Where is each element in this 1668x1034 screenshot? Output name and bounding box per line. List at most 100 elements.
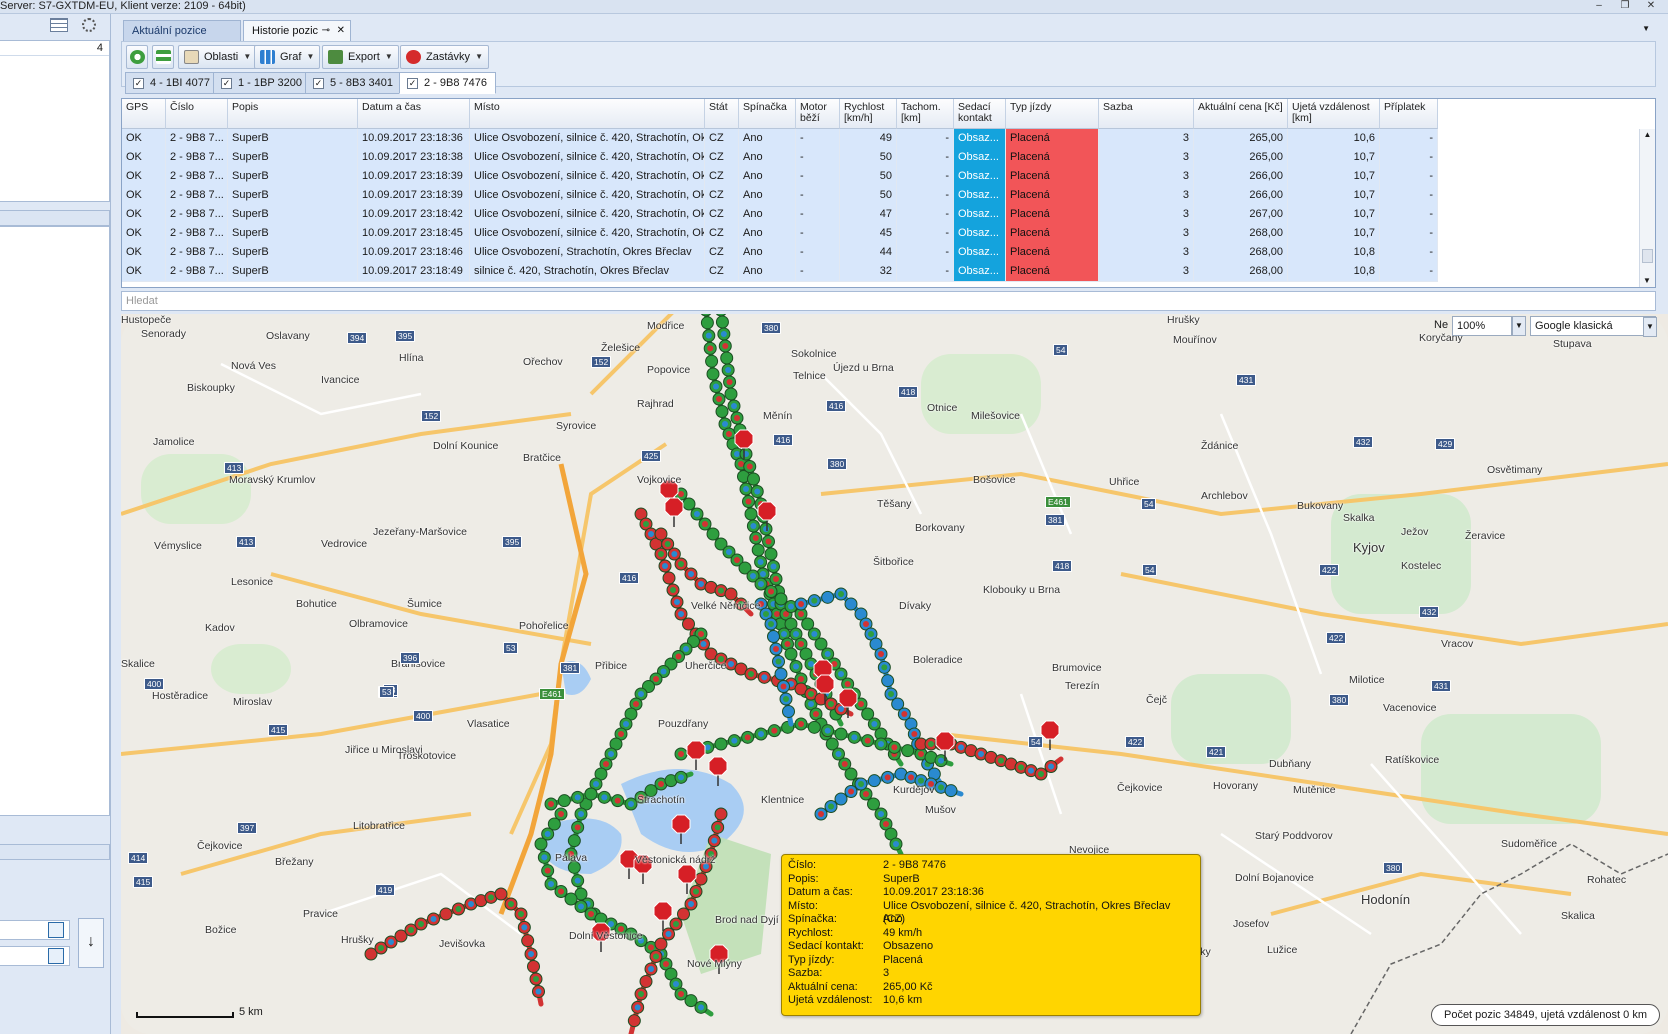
scroll-down-icon[interactable]: ▼: [1640, 275, 1654, 287]
table-cell-gps[interactable]: OK: [122, 129, 166, 149]
table-cell-popis[interactable]: SuperB: [228, 186, 358, 206]
table-cell-priplatek[interactable]: -: [1380, 148, 1438, 168]
table-cell-sazba[interactable]: 3: [1099, 129, 1194, 149]
position-history-grid[interactable]: GPS Číslo Popis Datum a čas Místo Stát Spínačk…: [121, 98, 1656, 288]
column-header-sedaci[interactable]: Sedací kontakt: [954, 99, 1006, 129]
table-cell-cena[interactable]: 265,00: [1194, 129, 1288, 149]
zastavky-button[interactable]: Zastávky ▼: [400, 45, 490, 69]
tab-list-dropdown-icon[interactable]: ▼: [1642, 24, 1650, 33]
table-cell-stat[interactable]: CZ: [705, 262, 739, 282]
column-header-spinacka[interactable]: Spínačka: [739, 99, 796, 129]
tab-historie-pozic[interactable]: Historie pozic ⊸ ✕: [243, 20, 351, 41]
column-header-priplatek[interactable]: Příplatek: [1380, 99, 1438, 129]
table-cell-datum[interactable]: 10.09.2017 23:18:36: [358, 129, 470, 149]
table-cell-motor[interactable]: -: [796, 186, 840, 206]
table-cell-cislo[interactable]: 2 - 9B8 7...: [166, 205, 228, 225]
table-cell-gps[interactable]: OK: [122, 224, 166, 244]
pin-icon[interactable]: ⊸: [322, 21, 330, 41]
oblasti-button[interactable]: Oblasti ▼: [178, 45, 258, 69]
table-cell-stat[interactable]: CZ: [705, 148, 739, 168]
table-cell-stat[interactable]: CZ: [705, 167, 739, 187]
table-cell-misto[interactable]: Ulice Osvobození, silnice č. 420, Strach…: [470, 224, 705, 244]
table-cell-cena[interactable]: 268,00: [1194, 224, 1288, 244]
table-cell-sedaci[interactable]: Obsaz...: [954, 148, 1006, 168]
table-cell-spinacka[interactable]: Ano: [739, 262, 796, 282]
table-cell-sedaci[interactable]: Obsaz...: [954, 129, 1006, 149]
table-cell-rychlost[interactable]: 44: [840, 243, 897, 263]
table-cell-spinacka[interactable]: Ano: [739, 224, 796, 244]
map-type-dropdown-icon[interactable]: ▼: [1643, 317, 1657, 337]
table-cell-sazba[interactable]: 3: [1099, 186, 1194, 206]
table-cell-popis[interactable]: SuperB: [228, 148, 358, 168]
column-header-ujeta[interactable]: Ujetá vzdálenost [km]: [1288, 99, 1380, 129]
table-cell-sedaci[interactable]: Obsaz...: [954, 167, 1006, 187]
table-cell-popis[interactable]: SuperB: [228, 167, 358, 187]
table-cell-cena[interactable]: 266,00: [1194, 186, 1288, 206]
table-cell-tachom[interactable]: -: [897, 205, 954, 225]
table-cell-sedaci[interactable]: Obsaz...: [954, 224, 1006, 244]
map-type-select[interactable]: Google klasická ▼: [1530, 316, 1657, 337]
close-tab-icon[interactable]: ✕: [337, 21, 345, 41]
table-cell-gps[interactable]: OK: [122, 148, 166, 168]
table-cell-spinacka[interactable]: Ano: [739, 148, 796, 168]
vehicle-list[interactable]: 4: [0, 40, 110, 202]
table-cell-stat[interactable]: CZ: [705, 129, 739, 149]
column-header-misto[interactable]: Místo: [470, 99, 705, 129]
table-cell-sedaci[interactable]: Obsaz...: [954, 186, 1006, 206]
vehicle-tab-8b33401[interactable]: ✓ 5 - 8B3 3401: [305, 72, 402, 94]
table-cell-datum[interactable]: 10.09.2017 23:18:45: [358, 224, 470, 244]
table-cell-misto[interactable]: Ulice Osvobození, silnice č. 420, Strach…: [470, 205, 705, 225]
table-cell-datum[interactable]: 10.09.2017 23:18:46: [358, 243, 470, 263]
table-cell-rychlost[interactable]: 47: [840, 205, 897, 225]
table-cell-typ[interactable]: Placená: [1006, 167, 1099, 187]
table-cell-sazba[interactable]: 3: [1099, 205, 1194, 225]
zoom-dropdown-icon[interactable]: ▼: [1512, 316, 1526, 336]
table-cell-tachom[interactable]: -: [897, 148, 954, 168]
table-cell-tachom[interactable]: -: [897, 129, 954, 149]
table-cell-tachom[interactable]: -: [897, 186, 954, 206]
table-cell-rychlost[interactable]: 49: [840, 129, 897, 149]
table-cell-ujeta[interactable]: 10,7: [1288, 167, 1380, 187]
detail-panel[interactable]: [0, 226, 110, 816]
table-cell-typ[interactable]: Placená: [1006, 243, 1099, 263]
table-cell-rychlost[interactable]: 32: [840, 262, 897, 282]
export-button[interactable]: Export ▼: [322, 45, 399, 69]
table-cell-gps[interactable]: OK: [122, 186, 166, 206]
table-cell-gps[interactable]: OK: [122, 167, 166, 187]
table-cell-popis[interactable]: SuperB: [228, 205, 358, 225]
restore-button[interactable]: ❐: [1614, 0, 1636, 13]
column-header-rychlost[interactable]: Rychlost [km/h]: [840, 99, 897, 129]
table-cell-sazba[interactable]: 3: [1099, 148, 1194, 168]
column-header-cislo[interactable]: Číslo: [166, 99, 228, 129]
table-cell-cena[interactable]: 267,00: [1194, 205, 1288, 225]
table-cell-cislo[interactable]: 2 - 9B8 7...: [166, 243, 228, 263]
search-input[interactable]: Hledat: [121, 291, 1656, 311]
table-cell-ujeta[interactable]: 10,8: [1288, 262, 1380, 282]
table-cell-motor[interactable]: -: [796, 167, 840, 187]
table-cell-spinacka[interactable]: Ano: [739, 167, 796, 187]
table-cell-popis[interactable]: SuperB: [228, 243, 358, 263]
table-cell-tachom[interactable]: -: [897, 262, 954, 282]
table-cell-sedaci[interactable]: Obsaz...: [954, 262, 1006, 282]
table-cell-typ[interactable]: Placená: [1006, 148, 1099, 168]
table-cell-priplatek[interactable]: -: [1380, 243, 1438, 263]
table-cell-datum[interactable]: 10.09.2017 23:18:39: [358, 167, 470, 187]
table-cell-ujeta[interactable]: 10,8: [1288, 243, 1380, 263]
checkbox[interactable]: ✓: [221, 78, 232, 89]
table-cell-motor[interactable]: -: [796, 243, 840, 263]
table-cell-datum[interactable]: 10.09.2017 23:18:49: [358, 262, 470, 282]
table-cell-motor[interactable]: -: [796, 262, 840, 282]
table-cell-priplatek[interactable]: -: [1380, 224, 1438, 244]
scroll-up-icon[interactable]: ▲: [1640, 129, 1655, 141]
table-cell-stat[interactable]: CZ: [705, 224, 739, 244]
table-cell-typ[interactable]: Placená: [1006, 262, 1099, 282]
table-cell-cislo[interactable]: 2 - 9B8 7...: [166, 224, 228, 244]
table-cell-sedaci[interactable]: Obsaz...: [954, 243, 1006, 263]
table-cell-stat[interactable]: CZ: [705, 243, 739, 263]
table-cell-sazba[interactable]: 3: [1099, 167, 1194, 187]
calendar-icon[interactable]: [48, 922, 64, 938]
checkbox[interactable]: ✓: [407, 78, 418, 89]
table-cell-motor[interactable]: -: [796, 129, 840, 149]
column-header-typ[interactable]: Typ jízdy: [1006, 99, 1099, 129]
column-header-sazba[interactable]: Sazba: [1099, 99, 1194, 129]
